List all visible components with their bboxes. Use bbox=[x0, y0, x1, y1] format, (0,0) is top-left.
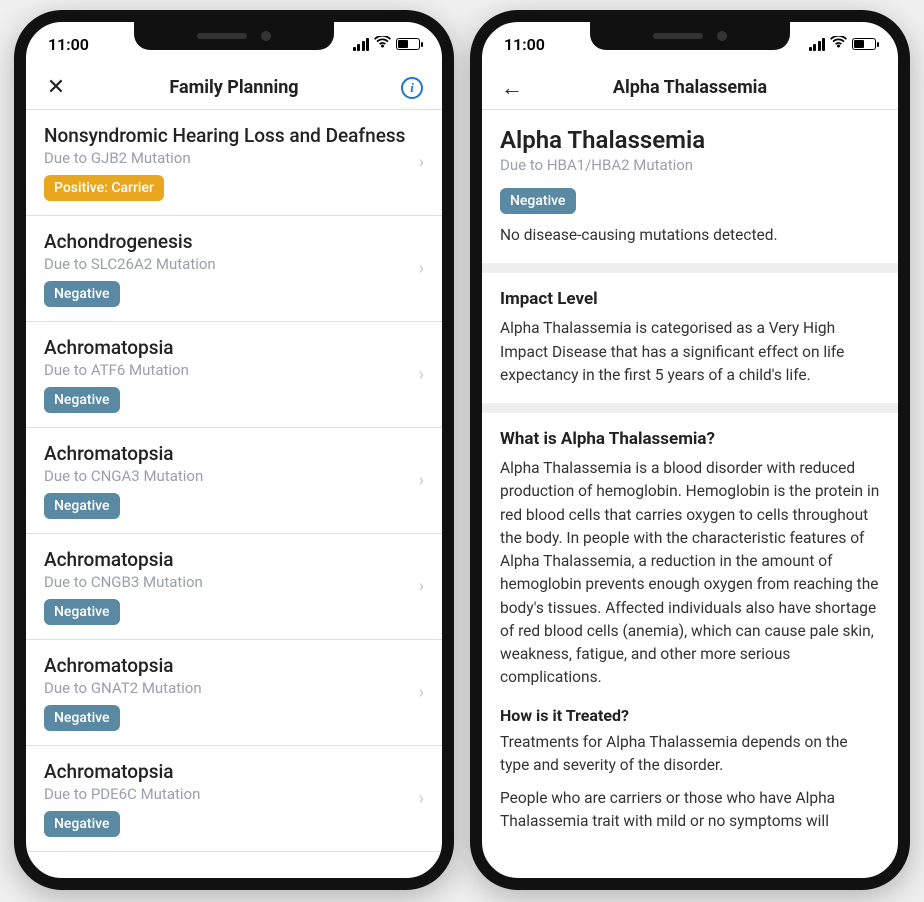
page-title: Alpha Thalassemia bbox=[528, 77, 852, 98]
list-item[interactable]: Achromatopsia Due to CNGA3 Mutation Negati… bbox=[26, 428, 442, 534]
item-title: Achromatopsia bbox=[44, 336, 419, 359]
status-icons bbox=[809, 35, 877, 53]
status-badge: Negative bbox=[44, 599, 120, 625]
list-item[interactable]: Achondrogenesis Due to SLC26A2 Mutation Ne… bbox=[26, 216, 442, 322]
phone-left: 11:00 ✕ Family Planning i Nonsyndromic H… bbox=[14, 10, 454, 890]
item-subtitle: Due to GNAT2 Mutation bbox=[44, 679, 419, 697]
impact-section: Impact Level Alpha Thalassemia is catego… bbox=[482, 273, 898, 413]
nav-bar: ✕ Family Planning i bbox=[26, 66, 442, 110]
item-subtitle: Due to CNGA3 Mutation bbox=[44, 467, 419, 485]
status-badge: Negative bbox=[500, 188, 576, 214]
item-title: Achromatopsia bbox=[44, 654, 419, 677]
camera bbox=[261, 31, 271, 41]
status-badge: Positive: Carrier bbox=[44, 175, 164, 201]
chevron-right-icon: › bbox=[419, 682, 424, 703]
status-badge: Negative bbox=[44, 811, 120, 837]
impact-text: Alpha Thalassemia is categorised as a Ve… bbox=[500, 317, 880, 387]
status-badge: Negative bbox=[44, 705, 120, 731]
status-badge: Negative bbox=[44, 281, 120, 307]
wifi-icon bbox=[830, 35, 847, 53]
nav-bar: ← Alpha Thalassemia bbox=[482, 66, 898, 110]
phone-right: 11:00 ← Alpha Thalassemia Alpha Thalasse… bbox=[470, 10, 910, 890]
page-title: Family Planning bbox=[72, 77, 396, 98]
status-icons bbox=[353, 35, 421, 53]
close-icon: ✕ bbox=[47, 75, 65, 100]
chevron-right-icon: › bbox=[419, 364, 424, 385]
detail-title: Alpha Thalassemia bbox=[500, 126, 880, 154]
signal-icon bbox=[353, 38, 370, 51]
wifi-icon bbox=[374, 35, 391, 53]
status-badge: Negative bbox=[44, 387, 120, 413]
treated-heading: How is it Treated? bbox=[500, 706, 880, 725]
speaker bbox=[653, 33, 703, 39]
result-text: No disease-causing mutations detected. bbox=[500, 224, 880, 247]
item-subtitle: Due to GJB2 Mutation bbox=[44, 149, 419, 167]
detail-subtitle: Due to HBA1/HBA2 Mutation bbox=[500, 156, 880, 174]
status-time: 11:00 bbox=[48, 35, 89, 54]
item-subtitle: Due to PDE6C Mutation bbox=[44, 785, 419, 803]
chevron-right-icon: › bbox=[419, 576, 424, 597]
chevron-right-icon: › bbox=[419, 258, 424, 279]
battery-icon bbox=[396, 38, 420, 50]
item-title: Achromatopsia bbox=[44, 760, 419, 783]
treated-text-2: People who are carriers or those who hav… bbox=[500, 787, 880, 834]
detail-header-section: Alpha Thalassemia Due to HBA1/HBA2 Mutat… bbox=[482, 110, 898, 273]
item-title: Achondrogenesis bbox=[44, 230, 419, 253]
notch bbox=[590, 22, 790, 50]
list-item[interactable]: Achromatopsia Due to ATF6 Mutation Negativ… bbox=[26, 322, 442, 428]
about-section: What is Alpha Thalassemia? Alpha Thalass… bbox=[482, 413, 898, 850]
signal-icon bbox=[809, 38, 826, 51]
what-text: Alpha Thalassemia is a blood disorder wi… bbox=[500, 457, 880, 690]
item-subtitle: Due to ATF6 Mutation bbox=[44, 361, 419, 379]
item-title: Achromatopsia bbox=[44, 548, 419, 571]
status-time: 11:00 bbox=[504, 35, 545, 54]
back-button[interactable]: ← bbox=[496, 72, 528, 104]
chevron-right-icon: › bbox=[419, 788, 424, 809]
close-button[interactable]: ✕ bbox=[40, 72, 72, 104]
what-heading: What is Alpha Thalassemia? bbox=[500, 429, 880, 449]
item-title: Achromatopsia bbox=[44, 442, 419, 465]
detail-content[interactable]: Alpha Thalassemia Due to HBA1/HBA2 Mutat… bbox=[482, 110, 898, 878]
list-item[interactable]: Achromatopsia Due to CNGB3 Mutation Negati… bbox=[26, 534, 442, 640]
info-button[interactable]: i bbox=[396, 72, 428, 104]
status-badge: Negative bbox=[44, 493, 120, 519]
chevron-right-icon: › bbox=[419, 152, 424, 173]
camera bbox=[717, 31, 727, 41]
item-subtitle: Due to CNGB3 Mutation bbox=[44, 573, 419, 591]
item-subtitle: Due to SLC26A2 Mutation bbox=[44, 255, 419, 273]
notch bbox=[134, 22, 334, 50]
nav-spacer bbox=[852, 72, 884, 104]
impact-heading: Impact Level bbox=[500, 289, 880, 309]
info-icon: i bbox=[401, 77, 423, 99]
item-title: Nonsyndromic Hearing Loss and Deafness bbox=[44, 124, 419, 147]
chevron-right-icon: › bbox=[419, 470, 424, 491]
treated-text-1: Treatments for Alpha Thalassemia depends… bbox=[500, 731, 880, 778]
list-item[interactable]: Nonsyndromic Hearing Loss and Deafness Du… bbox=[26, 110, 442, 216]
list-item[interactable]: Achromatopsia Due to GNAT2 Mutation Negati… bbox=[26, 640, 442, 746]
battery-icon bbox=[852, 38, 876, 50]
speaker bbox=[197, 33, 247, 39]
list-item[interactable]: Achromatopsia Due to PDE6C Mutation Negati… bbox=[26, 746, 442, 852]
results-list[interactable]: Nonsyndromic Hearing Loss and Deafness Du… bbox=[26, 110, 442, 878]
back-arrow-icon: ← bbox=[501, 75, 523, 101]
